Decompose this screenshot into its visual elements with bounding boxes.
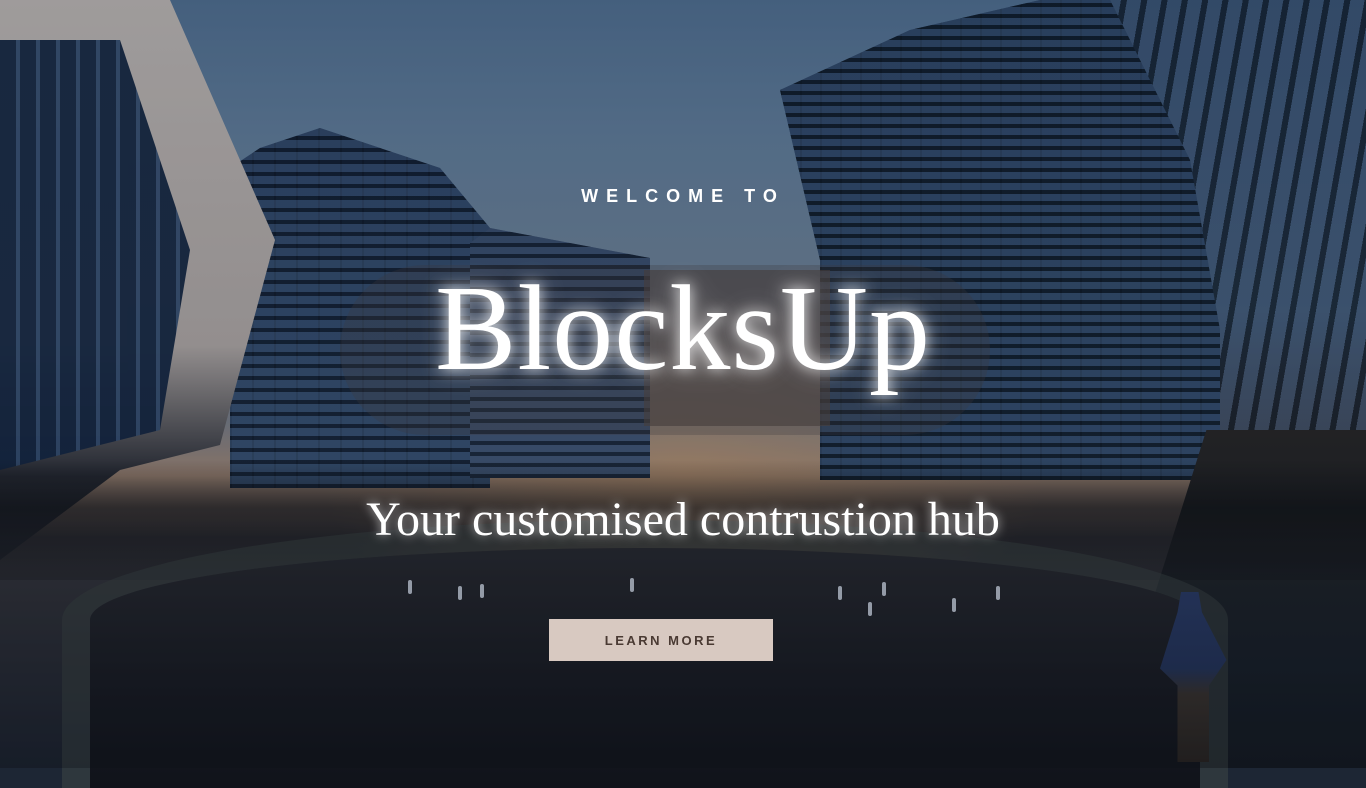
welcome-eyebrow: WELCOME TO	[581, 186, 785, 206]
tagline: Your customised contrustion hub	[366, 493, 1000, 546]
brand-title: BlocksUp	[435, 261, 931, 396]
learn-more-button[interactable]: LEARN MORE	[549, 619, 773, 661]
